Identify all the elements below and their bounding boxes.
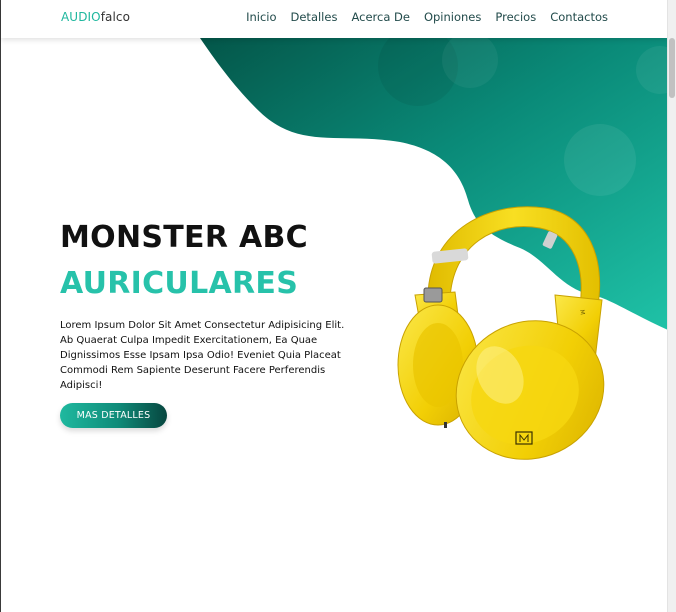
nav-link-detalles[interactable]: Detalles — [291, 10, 338, 24]
logo-secondary: falco — [100, 10, 131, 24]
headphones-image: M — [397, 206, 605, 460]
nav-link-contactos[interactable]: Contactos — [550, 10, 608, 24]
hero-subtitle: AURICULARES — [60, 266, 299, 301]
nav-link-opiniones[interactable]: Opiniones — [424, 10, 481, 24]
nav-link-acerca-de[interactable]: Acerca De — [351, 10, 410, 24]
nav-link-precios[interactable]: Precios — [495, 10, 536, 24]
navbar: AUDIOfalco Inicio Detalles Acerca De Opi… — [1, 0, 668, 38]
page-scrollbar[interactable] — [667, 0, 676, 612]
logo-primary: AUDIO — [61, 10, 101, 24]
main-nav: Inicio Detalles Acerca De Opiniones Prec… — [246, 10, 608, 24]
nav-link-inicio[interactable]: Inicio — [246, 10, 276, 24]
scrollbar-thumb[interactable] — [669, 38, 675, 98]
hero-title: MONSTER ABC — [60, 220, 308, 255]
site-logo[interactable]: AUDIOfalco — [61, 10, 130, 24]
hero-description: Lorem Ipsum Dolor Sit Amet Consectetur A… — [60, 320, 345, 391]
more-details-button[interactable]: MAS DETALLES — [60, 403, 167, 428]
page: AUDIOfalco Inicio Detalles Acerca De Opi… — [0, 0, 676, 612]
